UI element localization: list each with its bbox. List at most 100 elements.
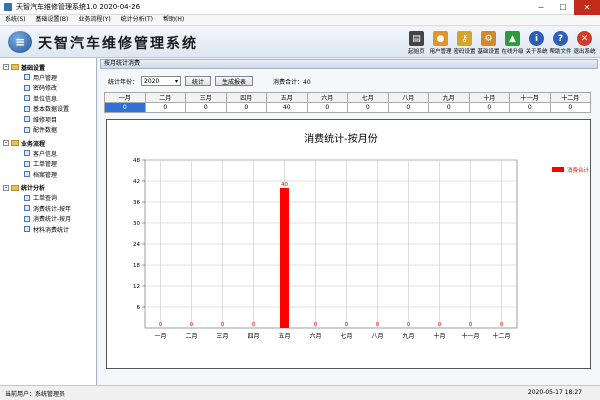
tree-group-header[interactable]: - 统计分析 xyxy=(0,183,96,193)
title-bar: 天智汽车维修管理系统1.0 2020-04-26 ─ ☐ ✕ xyxy=(0,0,600,15)
month-value-cell[interactable]: 0 xyxy=(144,102,186,113)
menu-help[interactable]: 帮助(H) xyxy=(158,15,189,25)
window-controls: ─ ☐ ✕ xyxy=(530,0,600,15)
logo-icon: ≡ xyxy=(8,31,32,53)
toolbar-help-button[interactable]: ? 帮助文件 xyxy=(549,29,572,56)
tree-item[interactable]: 消费统计-按年 xyxy=(0,203,96,214)
toolbar: ▤ 起始页 ● 用户管理 ⚷ 密码设置 ⚙ 基础设置 ▲ 在线升级 i 关于系统? 帮助文件 ✕ 退出系统 xyxy=(404,29,596,56)
help-icon: ? xyxy=(553,31,568,46)
toolbar-info-button[interactable]: i 关于系统 xyxy=(525,29,548,56)
data-label: 0 xyxy=(345,322,349,328)
document-icon xyxy=(24,226,30,233)
toolbar-users-button[interactable]: ● 用户管理 xyxy=(429,29,452,56)
menu-statistics[interactable]: 统计分析(T) xyxy=(116,15,158,25)
tree-item[interactable]: 工单查询 xyxy=(0,193,96,204)
month-value-cell[interactable]: 0 xyxy=(468,102,510,113)
main-panel: 按月统计消费 统计年份： 2020 ▾ 统计 生成报表 消费合计：40 一月 二月… xyxy=(98,58,600,385)
data-label: 0 xyxy=(159,322,163,328)
tree-group-header[interactable]: - 业务流程 xyxy=(0,138,96,148)
x-tick-label: 十一月 xyxy=(461,332,479,340)
month-value-cell[interactable]: 0 xyxy=(549,102,591,113)
tree-item-label: 消费统计-按月 xyxy=(33,216,72,224)
folder-icon xyxy=(11,140,19,146)
menu-system[interactable]: 系统(S) xyxy=(0,15,31,25)
bar xyxy=(280,188,289,328)
data-label: 0 xyxy=(252,322,256,328)
tree-item[interactable]: 工单管理 xyxy=(0,159,96,170)
tree-item[interactable]: 维修项目 xyxy=(0,114,96,125)
month-value-cell[interactable]: 0 xyxy=(185,102,227,113)
month-header-row: 一月 二月 三月 四月 五月 六月 七月 八月 九月 十月 十一月 十二月 xyxy=(104,92,591,103)
folder-icon xyxy=(11,64,19,70)
panel-title: 按月统计消费 xyxy=(100,59,598,69)
tree-item[interactable]: 单位信息 xyxy=(0,93,96,104)
total-consumption: 消费合计：40 xyxy=(273,78,311,86)
data-label: 0 xyxy=(407,322,411,328)
x-tick-label: 五月 xyxy=(278,333,290,340)
menu-bar: 系统(S) 基础设置(B) 业务流程(Y) 统计分析(T) 帮助(H) xyxy=(0,15,600,26)
toolbar-label: 起始页 xyxy=(408,49,425,55)
data-label: 0 xyxy=(190,322,194,328)
menu-business-flow[interactable]: 业务流程(Y) xyxy=(73,15,115,25)
month-value-cell[interactable]: 40 xyxy=(266,102,308,113)
toolbar-label: 在线升级 xyxy=(501,49,524,55)
month-header-cell: 七月 xyxy=(347,92,389,103)
x-tick-label: 六月 xyxy=(309,332,321,340)
minimize-button[interactable]: ─ xyxy=(530,0,552,15)
toolbar-label: 基础设置 xyxy=(477,49,500,55)
tree-item[interactable]: 密码修改 xyxy=(0,83,96,94)
collapse-toggle-icon[interactable]: - xyxy=(3,140,9,146)
menu-basic-settings[interactable]: 基础设置(B) xyxy=(31,15,74,25)
toolbar-exit-button[interactable]: ✕ 退出系统 xyxy=(573,29,596,56)
year-label: 统计年份： xyxy=(108,78,139,86)
month-header-cell: 十月 xyxy=(468,92,510,103)
upgrade-arrow-icon: ▲ xyxy=(505,31,520,46)
collapse-toggle-icon[interactable]: - xyxy=(3,184,9,191)
month-value-cell[interactable]: 0 xyxy=(306,102,348,113)
month-value-cell[interactable]: 0 xyxy=(347,102,389,113)
tree-item[interactable]: 基本数据设置 xyxy=(0,104,96,115)
y-tick-label: 48 xyxy=(133,158,140,164)
month-value-cell[interactable]: 0 xyxy=(509,102,551,113)
status-datetime: 2020-05-17 18:27 xyxy=(527,389,582,396)
toolbar-label: 用户管理 xyxy=(429,49,452,55)
month-header-cell: 十二月 xyxy=(549,92,591,103)
folder-icon xyxy=(11,184,19,191)
month-value-cell[interactable]: 0 xyxy=(104,102,146,113)
y-tick-label: 30 xyxy=(133,221,140,227)
tree-item[interactable]: 材料消费统计 xyxy=(0,224,96,235)
document-icon xyxy=(24,160,30,167)
close-button[interactable]: ✕ xyxy=(574,0,600,15)
tree-item[interactable]: 档案管理 xyxy=(0,169,96,180)
collapse-toggle-icon[interactable]: - xyxy=(3,64,9,70)
year-select[interactable]: 2020 ▾ xyxy=(141,76,182,86)
tree-item[interactable]: 配件数据 xyxy=(0,125,96,136)
toolbar-tools-button[interactable]: ⚙ 基础设置 xyxy=(477,29,500,56)
document-icon xyxy=(24,95,30,102)
toolbar-label: 退出系统 xyxy=(573,49,596,55)
tree-item-label: 消费统计-按年 xyxy=(33,205,72,213)
toolbar-start-page-button[interactable]: ▤ 起始页 xyxy=(405,29,428,56)
toolbar-upgrade-arrow-button[interactable]: ▲ 在线升级 xyxy=(501,29,524,56)
month-value-cell[interactable]: 0 xyxy=(387,102,429,113)
tree-group-header[interactable]: - 基础设置 xyxy=(0,62,96,72)
x-tick-label: 七月 xyxy=(340,332,352,340)
exit-icon: ✕ xyxy=(577,31,592,46)
current-user: 当前用户：系统管理员 xyxy=(5,391,66,398)
toolbar-keys-button[interactable]: ⚷ 密码设置 xyxy=(453,29,476,56)
generate-report-button[interactable]: 生成报表 xyxy=(215,76,254,86)
document-icon xyxy=(24,171,30,178)
toolbar-label: 帮助文件 xyxy=(549,49,572,55)
tree-item[interactable]: 客户信息 xyxy=(0,148,96,159)
month-value-cell[interactable]: 0 xyxy=(428,102,470,113)
month-value-cell[interactable]: 0 xyxy=(225,102,267,113)
tree-item[interactable]: 用户管理 xyxy=(0,72,96,83)
month-header-cell: 四月 xyxy=(225,92,267,103)
tree-item-label: 档案管理 xyxy=(33,171,58,179)
x-tick-label: 十月 xyxy=(433,332,445,340)
maximize-button[interactable]: ☐ xyxy=(552,0,574,15)
tree-item[interactable]: 消费统计-按月 xyxy=(0,214,96,225)
data-label: 0 xyxy=(314,322,318,328)
filter-row: 统计年份： 2020 ▾ 统计 生成报表 消费合计：40 xyxy=(108,75,311,87)
stat-button[interactable]: 统计 xyxy=(185,76,212,86)
